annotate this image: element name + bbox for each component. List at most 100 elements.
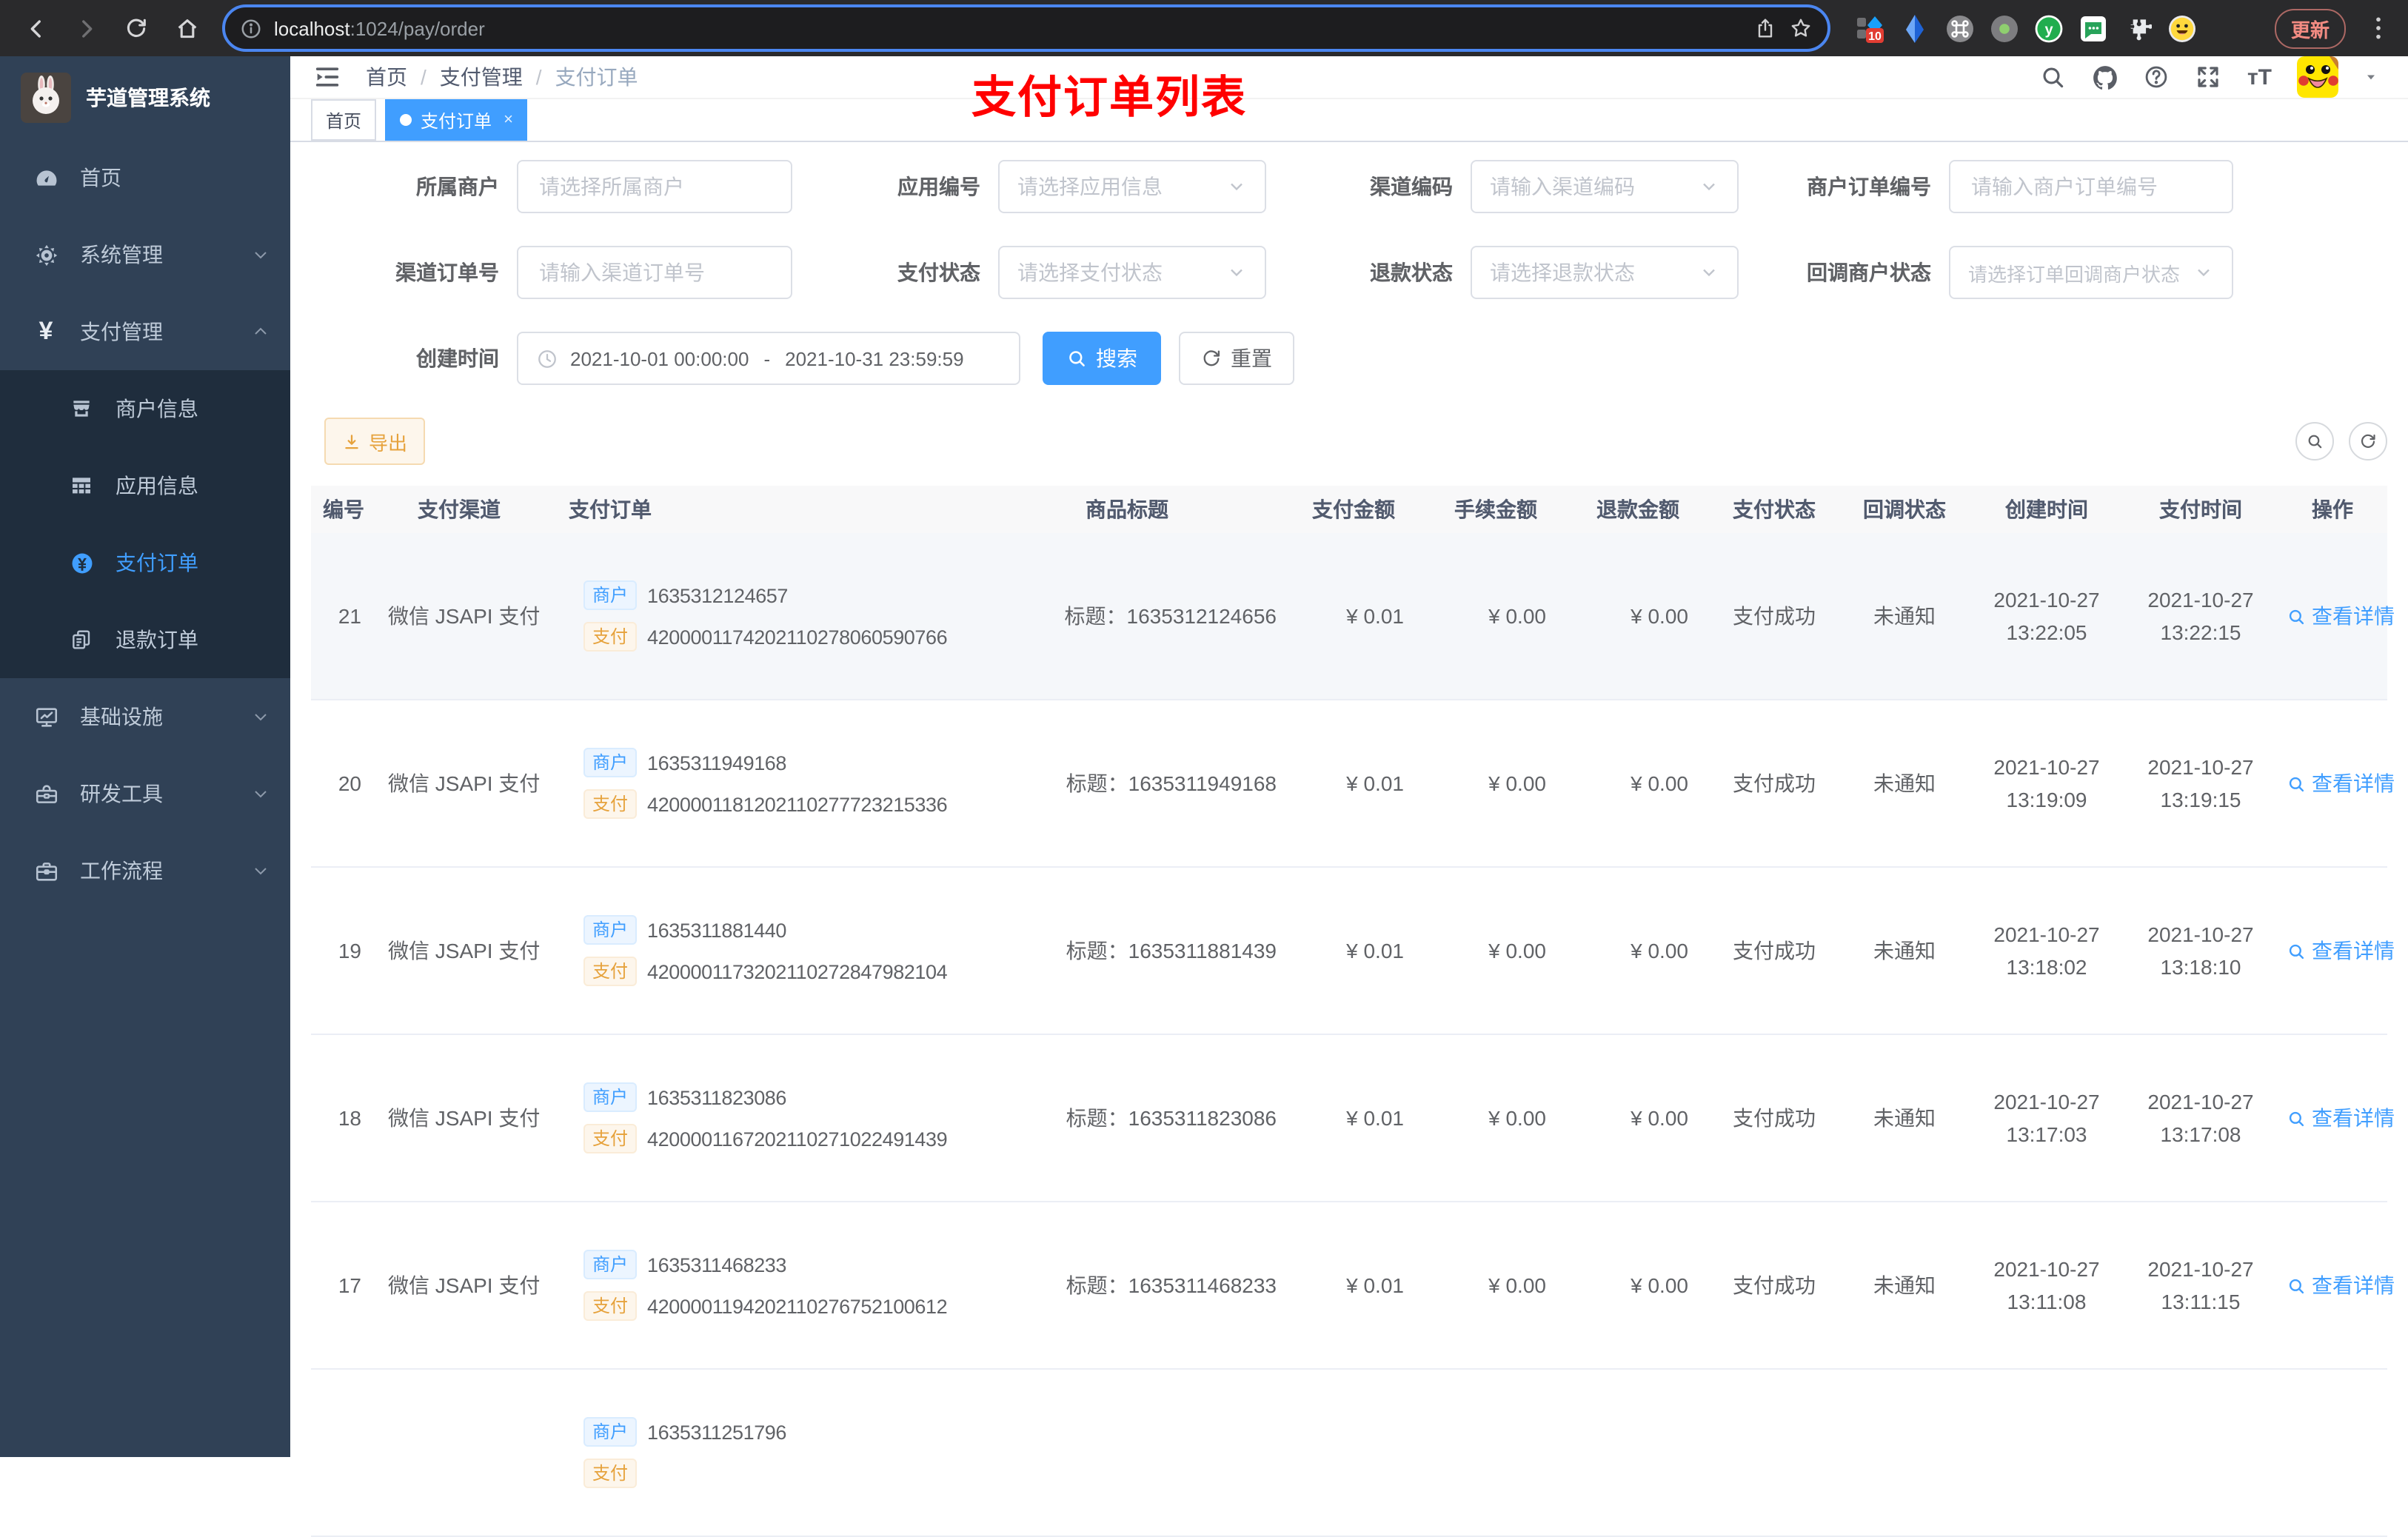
reset-button-label: 重置	[1231, 346, 1272, 370]
extension-emoji-icon[interactable]	[2168, 14, 2196, 42]
pay-submenu: 商户信息 应用信息 支付订单 退款订单	[0, 370, 290, 678]
search-icon	[2289, 1278, 2304, 1293]
view-detail-link[interactable]: 查看详情	[2287, 601, 2395, 631]
app-select[interactable]: 请选择应用信息	[998, 160, 1266, 213]
site-info-icon[interactable]	[240, 17, 262, 39]
toggle-search-button[interactable]	[2295, 422, 2334, 461]
filter-label: 创建时间	[416, 346, 499, 370]
view-detail-link[interactable]: 查看详情	[2287, 936, 2395, 965]
mch-order-no-field[interactable]	[1968, 173, 2214, 200]
extension-y-icon[interactable]: y	[2035, 14, 2063, 42]
cell-create-time: 2021-10-27 13:11:08	[1993, 1257, 2100, 1313]
cell-create-time: 2021-10-27 13:22:05	[1993, 588, 2100, 644]
reset-button[interactable]: 重置	[1179, 332, 1294, 385]
yen-icon: ¥	[39, 317, 53, 345]
bookmark-star-icon[interactable]	[1789, 16, 1813, 40]
select-placeholder: 请输入渠道编码	[1490, 175, 1635, 198]
browser-forward-icon[interactable]	[65, 7, 107, 49]
cell-channel: 微信 JSAPI 支付	[388, 1273, 541, 1297]
pay-status-select[interactable]: 请选择支付状态	[998, 246, 1266, 299]
sidebar-item-merchant-info[interactable]: 商户信息	[0, 370, 290, 447]
channel-code-select[interactable]: 请输入渠道编码	[1471, 160, 1739, 213]
pay-tag: 支付	[583, 1459, 638, 1488]
merchant-input[interactable]	[517, 160, 792, 213]
app-logo[interactable]: 芋道管理系统	[0, 56, 290, 139]
cell-create-time: 2021-10-27 13:17:03	[1993, 1090, 2100, 1146]
font-size-icon[interactable]: ᴛT	[2247, 64, 2272, 90]
yen-circle-icon	[68, 549, 95, 576]
github-icon[interactable]	[2092, 64, 2118, 90]
help-icon[interactable]	[2144, 64, 2170, 90]
cell-status: 支付成功	[1733, 771, 1816, 795]
extension-wallet-icon[interactable]: 10	[1857, 14, 1885, 42]
chevron-down-icon	[1703, 183, 1715, 191]
extension-dot-icon[interactable]	[1990, 14, 2019, 42]
create-time-range-picker[interactable]: 2021-10-01 00:00:00 - 2021-10-31 23:59:5…	[517, 332, 1020, 385]
breadcrumb-home[interactable]: 首页	[366, 62, 407, 92]
notify-status-select[interactable]: 请选择订单回调商户状态	[1949, 246, 2233, 299]
merchant-tag: 商户	[583, 748, 638, 777]
close-icon[interactable]: ×	[504, 111, 513, 129]
extension-kite-icon[interactable]	[1902, 14, 1930, 42]
cell-notify: 未通知	[1873, 604, 1936, 628]
hamburger-icon[interactable]	[312, 62, 342, 92]
tab-home[interactable]: 首页	[311, 99, 377, 141]
fullscreen-icon[interactable]	[2195, 64, 2222, 90]
refund-status-select[interactable]: 请选择退款状态	[1471, 246, 1739, 299]
browser-menu-icon[interactable]	[2364, 13, 2393, 43]
tab-pay-order[interactable]: 支付订单 ×	[385, 99, 528, 141]
sidebar-item-workflow[interactable]: 工作流程	[0, 832, 290, 909]
channel-order-no-input[interactable]	[517, 246, 792, 299]
date-start: 2021-10-01 00:00:00	[570, 347, 749, 369]
merchant-tag: 商户	[583, 915, 638, 945]
address-bar[interactable]: localhost:1024/pay/order	[222, 4, 1830, 52]
cell-order-numbers: 商户 1635311251796 支付	[548, 1405, 971, 1500]
pay-tag: 支付	[583, 957, 638, 986]
browser-update-button[interactable]: 更新	[2274, 8, 2346, 48]
search-button[interactable]: 搜索	[1043, 332, 1161, 385]
sidebar-item-pay[interactable]: ¥ 支付管理	[0, 293, 290, 370]
extension-command-icon[interactable]	[1946, 14, 1974, 42]
merchant-order-no: 1635311823086	[647, 1086, 787, 1108]
sidebar-item-refund-order[interactable]: 退款订单	[0, 601, 290, 678]
refresh-table-button[interactable]	[2349, 422, 2387, 461]
export-button-label: 导出	[369, 432, 408, 454]
cell-refund: ¥ 0.00	[1631, 1273, 1688, 1297]
view-detail-link[interactable]: 查看详情	[2287, 1270, 2395, 1300]
merchant-input-field[interactable]	[536, 173, 773, 200]
cell-status: 支付成功	[1733, 939, 1816, 962]
browser-reload-icon[interactable]	[116, 7, 157, 49]
sidebar-item-pay-order[interactable]: 支付订单	[0, 524, 290, 601]
share-icon[interactable]	[1753, 16, 1777, 40]
tab-label: 支付订单	[421, 110, 492, 131]
sidebar-item-label: 应用信息	[116, 474, 198, 498]
sidebar-item-home[interactable]: 首页	[0, 139, 290, 216]
browser-home-icon[interactable]	[166, 7, 207, 49]
view-detail-link[interactable]: 查看详情	[2287, 768, 2395, 798]
gear-icon	[33, 241, 59, 268]
mch-order-no-input[interactable]	[1949, 160, 2233, 213]
export-button[interactable]: 导出	[324, 418, 426, 465]
search-icon[interactable]	[2040, 64, 2067, 90]
browser-toolbar: localhost:1024/pay/order 10 y 更新	[0, 0, 2408, 56]
channel-order-no-field[interactable]	[536, 259, 773, 286]
active-dot	[400, 114, 412, 126]
sidebar-item-infra[interactable]: 基础设施	[0, 678, 290, 755]
col-header-status: 支付状态	[1733, 498, 1816, 521]
sidebar-item-system[interactable]: 系统管理	[0, 216, 290, 293]
extension-chat-icon[interactable]	[2079, 14, 2107, 42]
table-row: 19 微信 JSAPI 支付 商户 1635311881440 支付 4200001…	[311, 868, 2395, 1035]
view-detail-link[interactable]: 查看详情	[2287, 1103, 2395, 1133]
toolbox-icon	[33, 780, 59, 807]
caret-down-icon[interactable]	[2364, 70, 2378, 84]
avatar[interactable]	[2297, 56, 2338, 98]
browser-back-icon[interactable]	[15, 7, 56, 49]
view-detail-label: 查看详情	[2312, 771, 2395, 795]
extension-puzzle-icon[interactable]	[2124, 14, 2152, 42]
breadcrumb-pay[interactable]: 支付管理	[440, 62, 523, 92]
search-icon	[2289, 776, 2304, 791]
col-header-pay-time: 支付时间	[2159, 498, 2242, 521]
sidebar-item-devtools[interactable]: 研发工具	[0, 755, 290, 832]
sidebar-item-app-info[interactable]: 应用信息	[0, 447, 290, 524]
select-placeholder: 请选择支付状态	[1017, 261, 1163, 284]
